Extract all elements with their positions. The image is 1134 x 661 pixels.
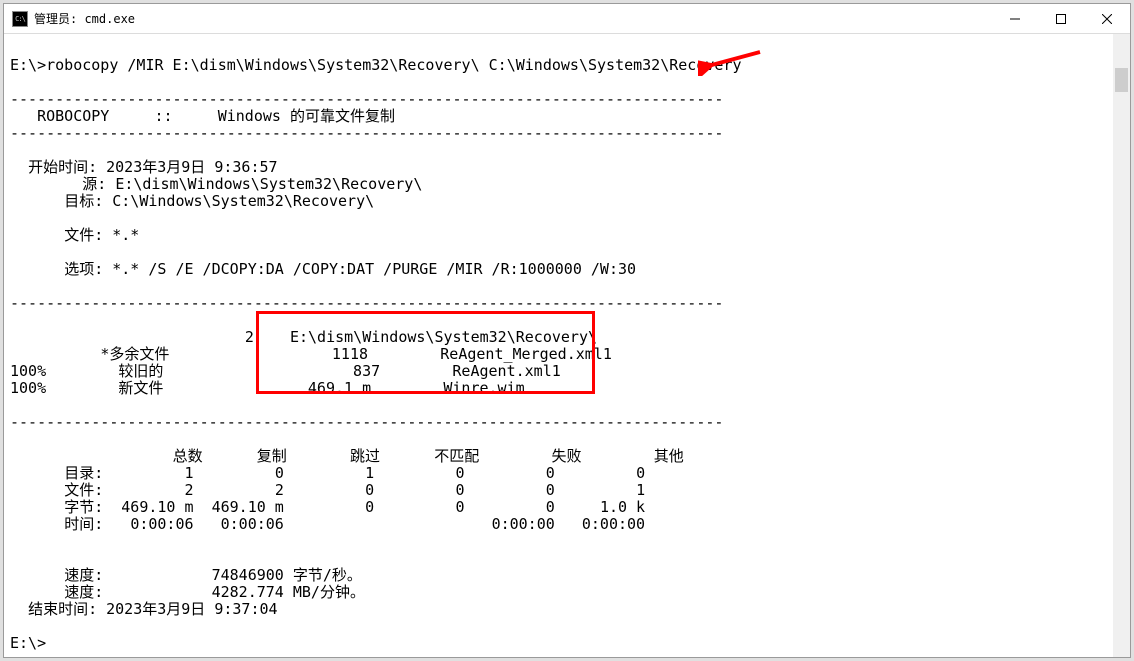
stats-files-label: 文件: xyxy=(64,481,103,499)
stats-dirs-c2: 0 xyxy=(275,464,284,482)
extra-file-name: ReAgent_Merged.xml1 xyxy=(440,345,612,363)
window-title: 管理员: cmd.exe xyxy=(34,10,135,27)
options-value: *.* /S /E /DCOPY:DA /COPY:DAT /PURGE /MI… xyxy=(112,260,636,278)
command-text: robocopy /MIR E:\dism\Windows\System32\R… xyxy=(46,56,741,74)
speed2-label: 速度: xyxy=(64,583,103,601)
maximize-button[interactable] xyxy=(1038,4,1084,33)
stats-time-label: 时间: xyxy=(64,515,103,533)
stats-time-c6: 0:00:00 xyxy=(582,515,645,533)
end-time-value: 2023年3月9日 9:37:04 xyxy=(106,600,277,618)
title-bar[interactable]: C:\ 管理员: cmd.exe xyxy=(4,4,1130,34)
stats-dirs-c5: 0 xyxy=(546,464,555,482)
dest-value: C:\Windows\System32\Recovery\ xyxy=(112,192,374,210)
speed2-value: 4282.774 MB/分钟。 xyxy=(212,583,365,601)
scrollbar[interactable] xyxy=(1113,34,1130,657)
prompt: E:\> xyxy=(10,56,46,74)
stats-files-c2: 2 xyxy=(275,481,284,499)
cmd-icon: C:\ xyxy=(12,11,28,27)
terminal-client: E:\>robocopy /MIR E:\dism\Windows\System… xyxy=(4,34,1130,657)
older-size: 837 xyxy=(353,362,380,380)
stats-bytes-c5: 0 xyxy=(546,498,555,516)
newfile-size: 469.1 m xyxy=(308,379,371,397)
header-desc: Windows 的可靠文件复制 xyxy=(218,107,395,125)
options-label: 选项: xyxy=(64,260,103,278)
newfile-name: Winre.wim xyxy=(443,379,524,397)
stats-dirs-label: 目录: xyxy=(64,464,103,482)
start-time-label: 开始时间: xyxy=(28,158,97,176)
hr-mid1: ----------------------------------------… xyxy=(10,124,723,142)
stats-hdr-total: 总数 xyxy=(173,447,203,465)
stats-time-c2: 0:00:06 xyxy=(221,515,284,533)
stats-bytes-c3: 0 xyxy=(365,498,374,516)
stats-files-c3: 0 xyxy=(365,481,374,499)
stats-bytes-c6: 1.0 k xyxy=(600,498,645,516)
dir-count: 2 xyxy=(245,328,254,346)
dest-label: 目标: xyxy=(64,192,103,210)
hr-top: ----------------------------------------… xyxy=(10,90,723,108)
prompt-final: E:\> xyxy=(10,634,46,652)
hr-mid3: ----------------------------------------… xyxy=(10,413,723,431)
source-label: 源: xyxy=(82,175,106,193)
start-time-value: 2023年3月9日 9:36:57 xyxy=(106,158,277,176)
source-value: E:\dism\Windows\System32\Recovery\ xyxy=(115,175,422,193)
speed1-label: 速度: xyxy=(64,566,103,584)
stats-bytes-c1: 469.10 m xyxy=(121,498,193,516)
stats-dirs-c3: 1 xyxy=(365,464,374,482)
newfile-label: 新文件 xyxy=(118,379,163,397)
close-icon xyxy=(1102,14,1112,24)
end-time-label: 结束时间: xyxy=(28,600,97,618)
older-name: ReAgent.xml1 xyxy=(452,362,560,380)
speed1-value: 74846900 字节/秒。 xyxy=(212,566,362,584)
stats-hdr-other: 其他 xyxy=(654,447,684,465)
older-label: 较旧的 xyxy=(118,362,163,380)
cmd-window: C:\ 管理员: cmd.exe E:\>robocopy /MIR E:\di… xyxy=(3,3,1131,658)
hr-mid2: ----------------------------------------… xyxy=(10,294,723,312)
stats-dirs-c1: 1 xyxy=(185,464,194,482)
stats-hdr-skipped: 跳过 xyxy=(350,447,380,465)
header-label: ROBOCOPY xyxy=(37,107,109,125)
stats-hdr-mismatch: 不匹配 xyxy=(434,447,479,465)
maximize-icon xyxy=(1056,14,1066,24)
stats-files-c6: 1 xyxy=(636,481,645,499)
stats-files-c1: 2 xyxy=(185,481,194,499)
stats-time-c1: 0:00:06 xyxy=(130,515,193,533)
stats-bytes-label: 字节: xyxy=(64,498,103,516)
percent-b: 100% xyxy=(10,379,46,397)
stats-bytes-c2: 469.10 m xyxy=(212,498,284,516)
terminal-output[interactable]: E:\>robocopy /MIR E:\dism\Windows\System… xyxy=(10,40,1112,653)
files-value: *.* xyxy=(112,226,139,244)
percent-a: 100% xyxy=(10,362,46,380)
scrollbar-thumb[interactable] xyxy=(1115,68,1128,92)
extra-file-label: *多余文件 xyxy=(100,345,169,363)
close-button[interactable] xyxy=(1084,4,1130,33)
dir-path: E:\dism\Windows\System32\Recovery\ xyxy=(290,328,597,346)
stats-files-c5: 0 xyxy=(546,481,555,499)
stats-hdr-failed: 失败 xyxy=(551,447,581,465)
header-sep: :: xyxy=(155,107,173,125)
window-buttons xyxy=(992,4,1130,33)
minimize-icon xyxy=(1010,14,1020,24)
minimize-button[interactable] xyxy=(992,4,1038,33)
stats-dirs-c6: 0 xyxy=(636,464,645,482)
stats-time-c5: 0:00:00 xyxy=(492,515,555,533)
files-label: 文件: xyxy=(64,226,103,244)
stats-hdr-copied: 复制 xyxy=(257,447,287,465)
extra-file-size: 1118 xyxy=(332,345,368,363)
